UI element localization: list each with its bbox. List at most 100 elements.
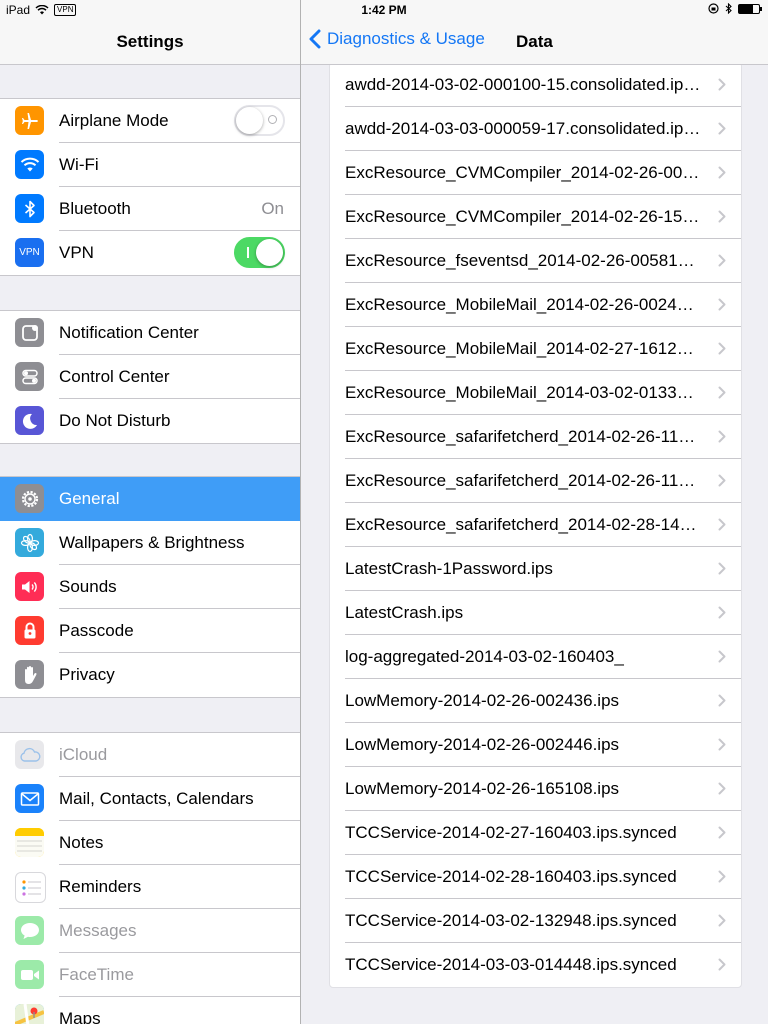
sidebar-item-label: General	[59, 489, 120, 508]
settings-group-4: iCloud Mail, Contacts, Calendars Notes Remi…	[0, 732, 300, 1024]
hand-icon	[15, 660, 44, 689]
list-item[interactable]: ExcResource_CVMCompiler_2014-02-26-15231…	[330, 195, 741, 239]
sidebar-item-cloud[interactable]: iCloud	[0, 733, 300, 777]
chevron-right-icon	[718, 606, 726, 619]
sidebar-item-facetime[interactable]: FaceTime	[0, 953, 300, 997]
chevron-right-icon	[718, 650, 726, 663]
list-item[interactable]: LowMemory-2014-02-26-165108.ips	[330, 767, 741, 811]
list-item[interactable]: ExcResource_MobileMail_2014-03-02-013348…	[330, 371, 741, 415]
sidebar-item-flower[interactable]: Wallpapers & Brightness	[0, 521, 300, 565]
list-item[interactable]: awdd-2014-03-02-000100-15.consolidated.i…	[330, 63, 741, 107]
file-name: TCCService-2014-03-03-014448.ips.synced	[345, 955, 677, 974]
sidebar-item-label: Reminders	[59, 877, 142, 896]
chevron-right-icon	[718, 914, 726, 927]
sidebar-item-hand[interactable]: Privacy	[0, 653, 300, 697]
list-item[interactable]: LatestCrash.ips	[330, 591, 741, 635]
wifi-icon	[15, 150, 44, 179]
sidebar-item-vpn[interactable]: VPN VPN	[0, 231, 300, 275]
list-item[interactable]: ExcResource_MobileMail_2014-02-26-002436…	[330, 283, 741, 327]
sidebar-item-label: Notification Center	[59, 323, 199, 342]
detail-pane: Diagnostics & Usage Data awdd-2014-03-02…	[301, 0, 768, 1024]
sidebar-item-label: Privacy	[59, 665, 115, 684]
status-right	[708, 3, 762, 14]
chevron-right-icon	[718, 958, 726, 971]
sidebar-item-label: Wi-Fi	[59, 155, 99, 174]
sidebar-item-detail: On	[261, 199, 284, 218]
sidebar-item-airplane[interactable]: Airplane Mode	[0, 99, 300, 143]
sidebar-item-bluetooth[interactable]: Bluetooth On	[0, 187, 300, 231]
sidebar-item-label: Maps	[59, 1009, 101, 1024]
file-name: ExcResource_MobileMail_2014-02-27-161203…	[345, 339, 703, 358]
list-item[interactable]: ExcResource_safarifetcherd_2014-02-26-11…	[330, 459, 741, 503]
list-item[interactable]: ExcResource_fseventsd_2014-02-26-005812_…	[330, 239, 741, 283]
file-name: LowMemory-2014-02-26-002446.ips	[345, 735, 620, 754]
sidebar-item-moon[interactable]: Do Not Disturb	[0, 399, 300, 443]
mail-icon	[15, 784, 44, 813]
battery-icon	[738, 3, 762, 14]
back-button-label: Diagnostics & Usage	[327, 29, 485, 48]
sidebar-item-speaker[interactable]: Sounds	[0, 565, 300, 609]
vpn-icon: VPN	[15, 238, 44, 267]
sidebar-item-notification-center[interactable]: Notification Center	[0, 311, 300, 355]
back-button[interactable]: Diagnostics & Usage	[309, 29, 485, 49]
list-item[interactable]: LowMemory-2014-02-26-002436.ips	[330, 679, 741, 723]
airplane-toggle[interactable]	[234, 105, 285, 136]
sidebar-item-gear[interactable]: General	[0, 477, 300, 521]
chevron-right-icon	[718, 738, 726, 751]
list-item[interactable]: TCCService-2014-02-28-160403.ips.synced	[330, 855, 741, 899]
sidebar-item-label: iCloud	[59, 745, 108, 764]
list-item[interactable]: ExcResource_safarifetcherd_2014-02-28-14…	[330, 503, 741, 547]
vpn-toggle[interactable]	[234, 237, 285, 268]
file-name: ExcResource_safarifetcherd_2014-02-26-11…	[345, 427, 703, 446]
list-item[interactable]: awdd-2014-03-03-000059-17.consolidated.i…	[330, 107, 741, 151]
sidebar-item-lock[interactable]: Passcode	[0, 609, 300, 653]
diagnostic-file-list: awdd-2014-03-02-000100-15.consolidated.i…	[329, 62, 742, 988]
list-item[interactable]: TCCService-2014-03-03-014448.ips.synced	[330, 943, 741, 987]
toggle-knob	[236, 107, 263, 134]
bluetooth-status-icon	[725, 3, 732, 14]
list-item[interactable]: ExcResource_safarifetcherd_2014-02-26-11…	[330, 415, 741, 459]
sidebar-item-maps[interactable]: Maps	[0, 997, 300, 1024]
status-time: 1:42 PM	[361, 3, 407, 17]
list-item[interactable]: ExcResource_MobileMail_2014-02-27-161203…	[330, 327, 741, 371]
sidebar-item-mail[interactable]: Mail, Contacts, Calendars	[0, 777, 300, 821]
status-bar: iPad VPN 1:42 PM	[0, 0, 768, 20]
sidebar-item-notes[interactable]: Notes	[0, 821, 300, 865]
control-center-icon	[15, 362, 44, 391]
list-item[interactable]: TCCService-2014-03-02-132948.ips.synced	[330, 899, 741, 943]
chevron-right-icon	[718, 430, 726, 443]
sidebar-item-label: Bluetooth	[59, 199, 131, 218]
chevron-left-icon	[309, 29, 321, 49]
list-item[interactable]: log-aggregated-2014-03-02-160403_	[330, 635, 741, 679]
messages-icon	[15, 916, 44, 945]
notification-center-icon	[15, 318, 44, 347]
toggle-on-mark	[247, 247, 249, 258]
list-item[interactable]: LatestCrash-1Password.ips	[330, 547, 741, 591]
file-name: LowMemory-2014-02-26-165108.ips	[345, 779, 620, 798]
flower-icon	[15, 528, 44, 557]
file-name: awdd-2014-03-03-000059-17.consolidated.i…	[345, 119, 703, 138]
chevron-right-icon	[718, 342, 726, 355]
sidebar-item-label: Passcode	[59, 621, 134, 640]
sidebar-item-reminders[interactable]: Reminders	[0, 865, 300, 909]
file-name: ExcResource_safarifetcherd_2014-02-26-11…	[345, 471, 703, 490]
chevron-right-icon	[718, 694, 726, 707]
file-name: TCCService-2014-03-02-132948.ips.synced	[345, 911, 677, 930]
toggle-knob	[256, 239, 283, 266]
sidebar-item-messages[interactable]: Messages	[0, 909, 300, 953]
sidebar-item-wifi[interactable]: Wi-Fi	[0, 143, 300, 187]
settings-group-3: General Wallpapers & Brightness Sounds Pass…	[0, 476, 300, 698]
toggle-off-mark	[268, 115, 277, 124]
chevron-right-icon	[718, 78, 726, 91]
list-item[interactable]: ExcResource_CVMCompiler_2014-02-26-00312…	[330, 151, 741, 195]
file-name: ExcResource_CVMCompiler_2014-02-26-00312…	[345, 163, 703, 182]
sidebar-item-control-center[interactable]: Control Center	[0, 355, 300, 399]
chevron-right-icon	[718, 298, 726, 311]
sidebar-item-label: Mail, Contacts, Calendars	[59, 789, 254, 808]
list-item[interactable]: LowMemory-2014-02-26-002446.ips	[330, 723, 741, 767]
sidebar-item-label: Airplane Mode	[59, 111, 169, 130]
file-name: awdd-2014-03-02-000100-15.consolidated.i…	[345, 75, 703, 94]
facetime-icon	[15, 960, 44, 989]
file-name: LowMemory-2014-02-26-002436.ips	[345, 691, 620, 710]
list-item[interactable]: TCCService-2014-02-27-160403.ips.synced	[330, 811, 741, 855]
